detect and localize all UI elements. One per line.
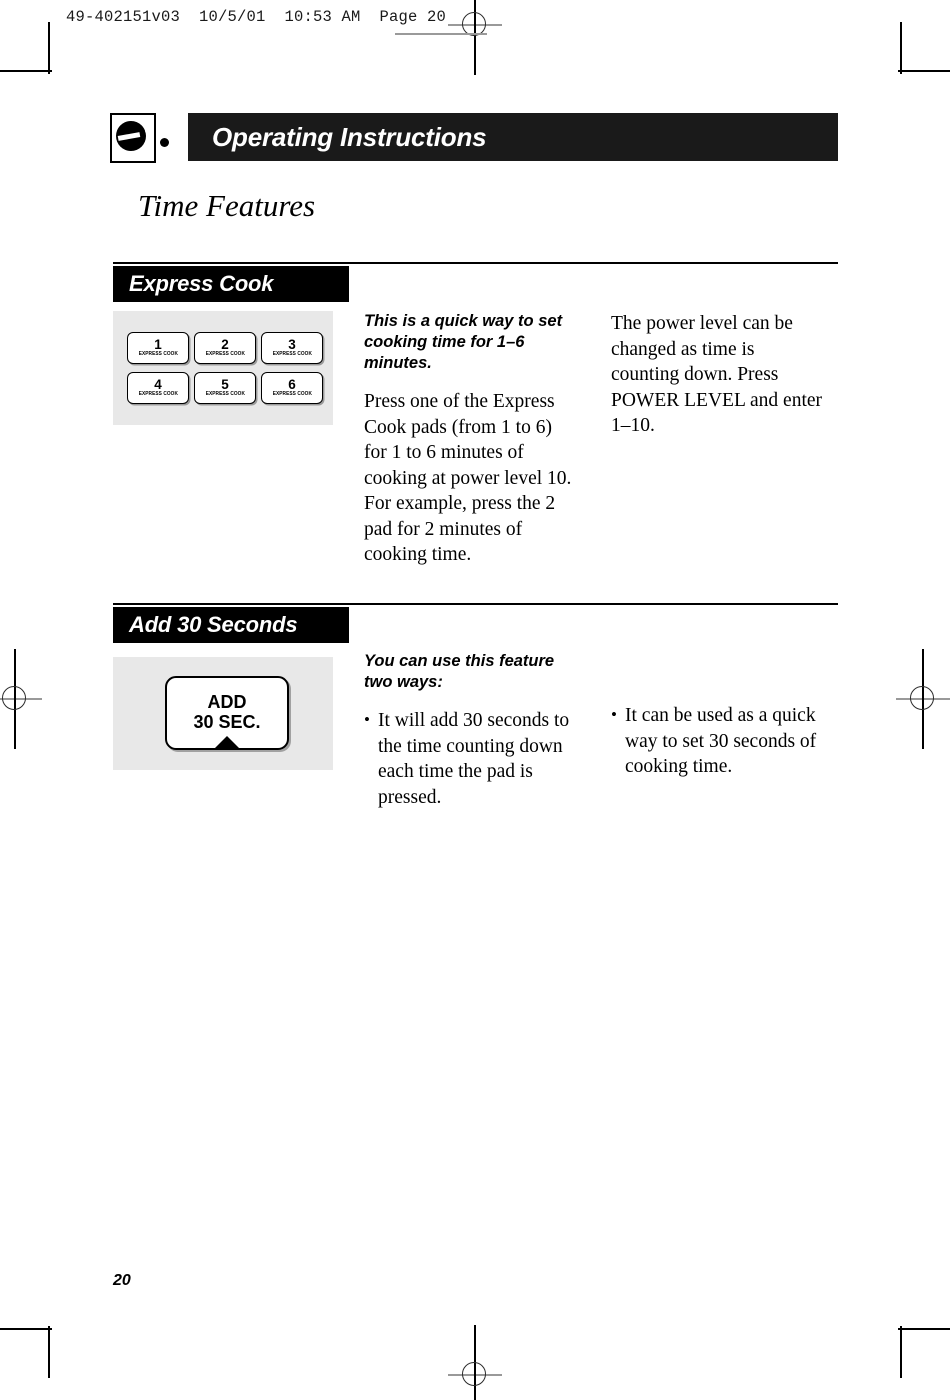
express-cook-key-5[interactable]: 5 EXPRESS COOK [194, 372, 256, 404]
key-caption: EXPRESS COOK [138, 351, 178, 357]
section-rule-add-30-seconds [113, 603, 838, 606]
registration-mark-right [896, 649, 950, 749]
add-30-seconds-bullet-list: It will add 30 seconds to the time count… [364, 707, 579, 810]
express-cook-right-column: The power level can be changed as time i… [611, 311, 826, 439]
express-cook-middle-column: This is a quick way to set cooking time … [364, 311, 579, 568]
crop-mark-bottom-left-vertical [48, 1326, 50, 1378]
list-item: It can be used as a quick way to set 30 … [611, 702, 829, 780]
key-caption: EXPRESS COOK [272, 351, 312, 357]
key-caption: EXPRESS COOK [205, 391, 245, 397]
print-filename-strip: 49-402151v03 10/5/01 10:53 AM Page 20 [66, 8, 447, 26]
crop-mark-bottom-left-horizontal [0, 1328, 52, 1330]
logo-knob-notch [145, 124, 154, 136]
registration-circle [2, 686, 26, 710]
key-number: 4 [154, 377, 162, 392]
express-cook-power-level-text: The power level can be changed as time i… [611, 313, 823, 436]
express-cook-body-text: Press one of the Express Cook pads (from… [364, 391, 572, 565]
add-30-sec-line-1: ADD [207, 692, 247, 712]
knob-dial-logo-icon [110, 113, 156, 163]
crop-mark-top-left-vertical [48, 22, 50, 74]
logo-knob-shape [116, 121, 146, 151]
section-header-add-30-seconds-label: Add 30 Seconds [129, 612, 298, 637]
crop-mark-bottom-right-vertical [900, 1326, 902, 1378]
list-item: It will add 30 seconds to the time count… [364, 707, 579, 810]
add-30-seconds-lead-text: You can use this feature two ways: [364, 652, 555, 691]
header-title: Operating Instructions [212, 122, 487, 152]
express-cook-key-4[interactable]: 4 EXPRESS COOK [127, 372, 189, 404]
add-30-seconds-pad-artwork: ADD 30 SEC. [113, 657, 333, 770]
express-cook-keypad-artwork: 1 EXPRESS COOK 2 EXPRESS COOK 3 EXPRESS … [113, 311, 333, 425]
key-number: 5 [221, 377, 229, 392]
add-30-sec-pad-label: ADD 30 SEC. [167, 692, 287, 732]
key-number: 1 [154, 337, 162, 352]
key-number: 6 [288, 377, 296, 392]
section-header-express-cook: Express Cook [113, 266, 349, 302]
add-30-sec-line-2: 30 SEC. [193, 712, 261, 732]
add-30-seconds-right-column: It can be used as a quick way to set 30 … [611, 702, 829, 780]
registration-circle [910, 686, 934, 710]
crop-mark-top-right-vertical [900, 22, 902, 74]
section-header-add-30-seconds: Add 30 Seconds [113, 607, 349, 643]
crop-mark-top-right-horizontal [898, 70, 950, 72]
document-page: 49-402151v03 10/5/01 10:53 AM Page 20 Op… [0, 0, 950, 1400]
up-triangle-icon [214, 736, 240, 749]
header-banner: Operating Instructions [188, 113, 838, 161]
key-number: 3 [288, 337, 296, 352]
keypad-grid: 1 EXPRESS COOK 2 EXPRESS COOK 3 EXPRESS … [127, 332, 323, 404]
key-caption: EXPRESS COOK [205, 351, 245, 357]
section-rule-express-cook [113, 262, 838, 265]
registration-mark-bottom [448, 1325, 502, 1400]
express-cook-lead-text: This is a quick way to set cooking time … [364, 312, 563, 372]
logo-accent-dot [160, 138, 169, 147]
key-caption: EXPRESS COOK [272, 391, 312, 397]
registration-circle [462, 1362, 486, 1386]
print-filename-underline [395, 33, 487, 35]
express-cook-key-3[interactable]: 3 EXPRESS COOK [261, 332, 323, 364]
logo-knob-slot [117, 132, 141, 141]
add-30-sec-pad[interactable]: ADD 30 SEC. [165, 676, 289, 750]
registration-mark-left [0, 649, 42, 749]
add-30-seconds-middle-column: You can use this feature two ways: It wi… [364, 651, 579, 810]
key-caption: EXPRESS COOK [138, 391, 178, 397]
page-number: 20 [113, 1272, 131, 1289]
page-title: Time Features [138, 188, 316, 223]
express-cook-key-1[interactable]: 1 EXPRESS COOK [127, 332, 189, 364]
crop-mark-bottom-right-horizontal [898, 1328, 950, 1330]
express-cook-key-6[interactable]: 6 EXPRESS COOK [261, 372, 323, 404]
crop-mark-top-left-horizontal [0, 70, 52, 72]
key-number: 2 [221, 337, 229, 352]
express-cook-key-2[interactable]: 2 EXPRESS COOK [194, 332, 256, 364]
section-header-express-cook-label: Express Cook [129, 271, 274, 296]
registration-mark-top [448, 0, 502, 75]
add-30-seconds-right-bullet-list: It can be used as a quick way to set 30 … [611, 702, 829, 780]
